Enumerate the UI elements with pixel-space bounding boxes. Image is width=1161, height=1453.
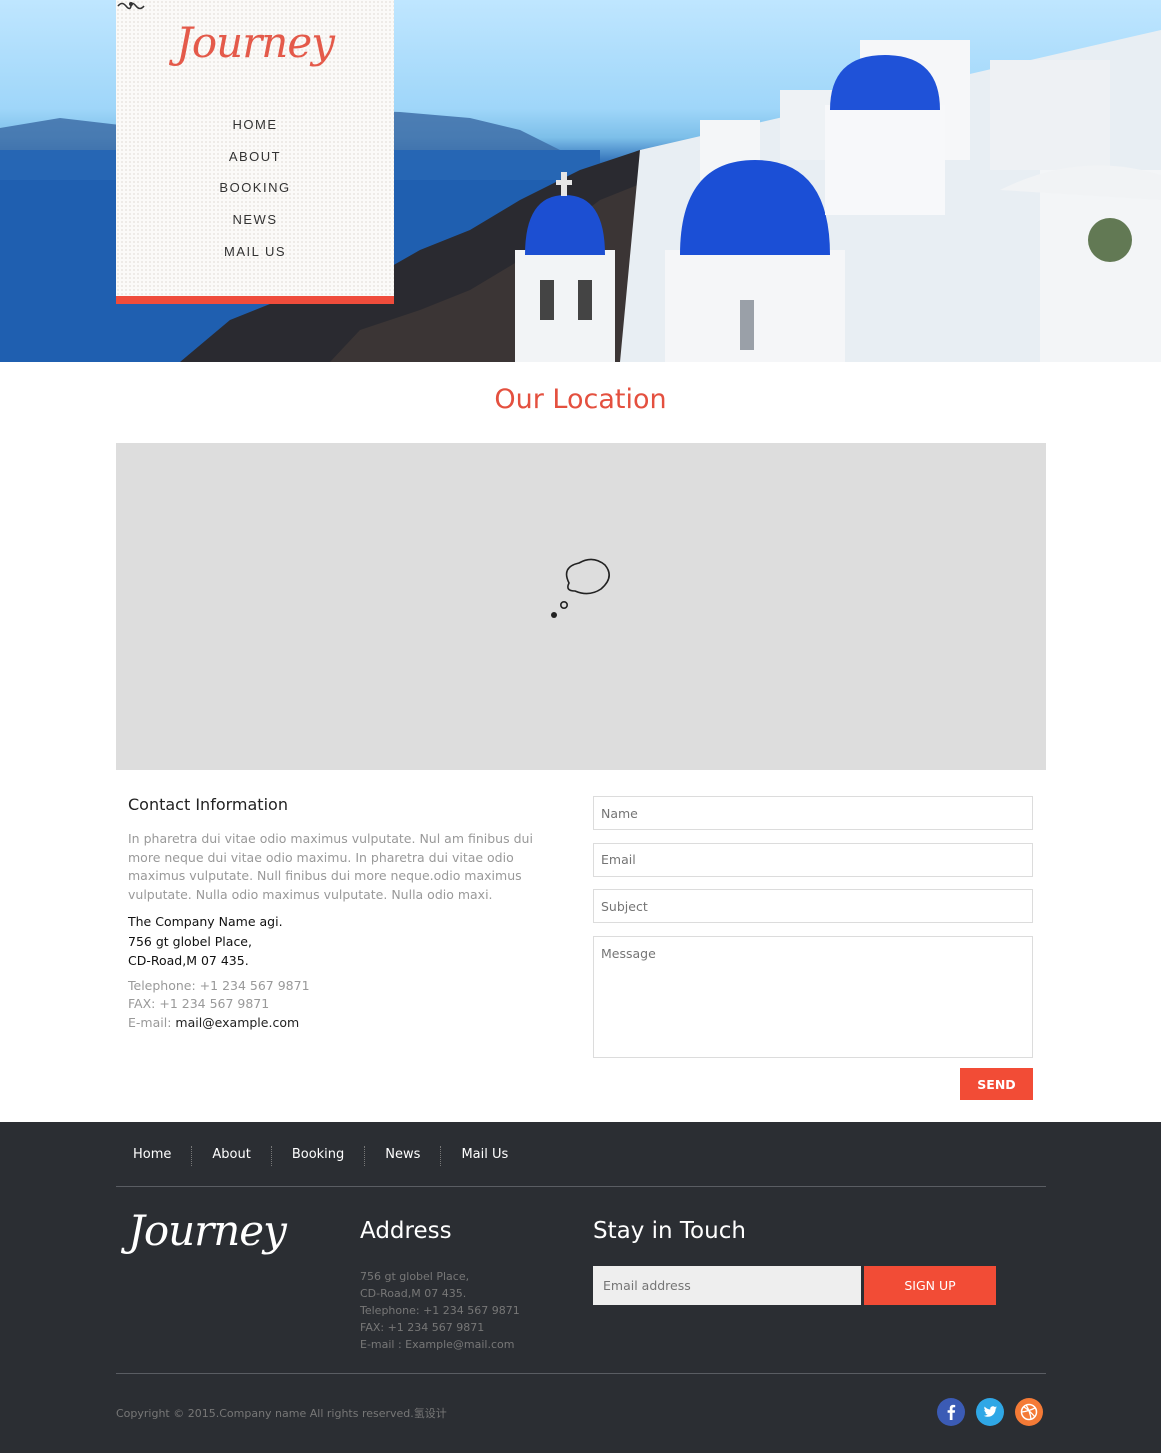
email-label: E-mail: xyxy=(128,1014,176,1030)
address-line: Telephone: +1 234 567 9871 xyxy=(360,1304,520,1317)
subject-input[interactable] xyxy=(593,889,1033,923)
address-title: Address xyxy=(360,1218,452,1244)
newsletter-email-input[interactable] xyxy=(593,1266,861,1305)
contact-phone: Telephone: +1 234 567 9871 xyxy=(128,977,310,993)
footer-logo[interactable]: Journey xyxy=(128,1206,287,1255)
stay-in-touch-title: Stay in Touch xyxy=(593,1218,746,1244)
footer-nav: Home About Booking News Mail Us xyxy=(116,1146,528,1166)
company-address: The Company Name agi. 756 gt globel Plac… xyxy=(128,912,568,971)
footer-link-about[interactable]: About xyxy=(192,1146,272,1166)
footer-link-mail-us[interactable]: Mail Us xyxy=(441,1146,528,1166)
company-line: CD-Road,M 07 435. xyxy=(128,953,249,968)
ornament-icon xyxy=(117,2,145,10)
address-line: 756 gt globel Place, xyxy=(360,1270,470,1283)
sign-up-button[interactable]: SIGN UP xyxy=(864,1266,996,1305)
twitter-icon[interactable] xyxy=(976,1398,1004,1426)
map-embed[interactable] xyxy=(116,443,1046,770)
site-logo[interactable]: Journey xyxy=(116,18,394,67)
divider xyxy=(116,1186,1046,1187)
footer-link-news[interactable]: News xyxy=(365,1146,442,1166)
nav-item-news[interactable]: NEWS xyxy=(116,211,394,243)
thought-bubble-icon xyxy=(551,558,610,618)
nav-item-about[interactable]: ABOUT xyxy=(116,148,394,180)
footer: Home About Booking News Mail Us Journey … xyxy=(0,1122,1161,1453)
contact-description: In pharetra dui vitae odio maximus vulpu… xyxy=(128,831,533,902)
email-input[interactable] xyxy=(593,842,1033,877)
divider xyxy=(116,1373,1046,1374)
address-line: FAX: +1 234 567 9871 xyxy=(360,1321,485,1334)
main-nav: HOME ABOUT BOOKING NEWS MAIL US xyxy=(116,116,394,274)
email-link[interactable]: mail@example.com xyxy=(175,1015,299,1030)
contact-heading: Contact Information xyxy=(128,795,288,814)
nav-item-home[interactable]: HOME xyxy=(116,116,394,148)
address-lines: 756 gt globel Place, CD-Road,M 07 435. T… xyxy=(360,1268,520,1353)
address-line: CD-Road,M 07 435. xyxy=(360,1287,467,1300)
contact-fax: FAX: +1 234 567 9871 xyxy=(128,996,270,1011)
nav-panel: Journey HOME ABOUT BOOKING NEWS MAIL US xyxy=(116,0,394,304)
name-input[interactable] xyxy=(593,796,1033,830)
facebook-icon[interactable] xyxy=(937,1398,965,1426)
contact-info: Contact Information In pharetra dui vita… xyxy=(128,795,568,1032)
nav-item-booking[interactable]: BOOKING xyxy=(116,179,394,211)
footer-link-home[interactable]: Home xyxy=(116,1146,193,1166)
contact-email: E-mail: mail@example.com xyxy=(128,1014,568,1033)
copyright-text: Copyright © 2015.Company name All rights… xyxy=(116,1407,447,1420)
company-line: The Company Name agi. xyxy=(128,914,283,929)
section-title: Our Location xyxy=(494,384,667,415)
dribbble-icon[interactable] xyxy=(1015,1398,1043,1426)
message-input[interactable] xyxy=(593,935,1033,1058)
footer-link-booking[interactable]: Booking xyxy=(272,1146,366,1166)
address-line: E-mail : Example@mail.com xyxy=(360,1338,515,1351)
contact-form: SEND xyxy=(593,796,1033,1100)
nav-item-mail-us[interactable]: MAIL US xyxy=(116,243,394,275)
hero-banner: Journey HOME ABOUT BOOKING NEWS MAIL US xyxy=(0,0,1161,362)
send-button[interactable]: SEND xyxy=(960,1068,1033,1100)
company-line: 756 gt globel Place, xyxy=(128,933,252,949)
